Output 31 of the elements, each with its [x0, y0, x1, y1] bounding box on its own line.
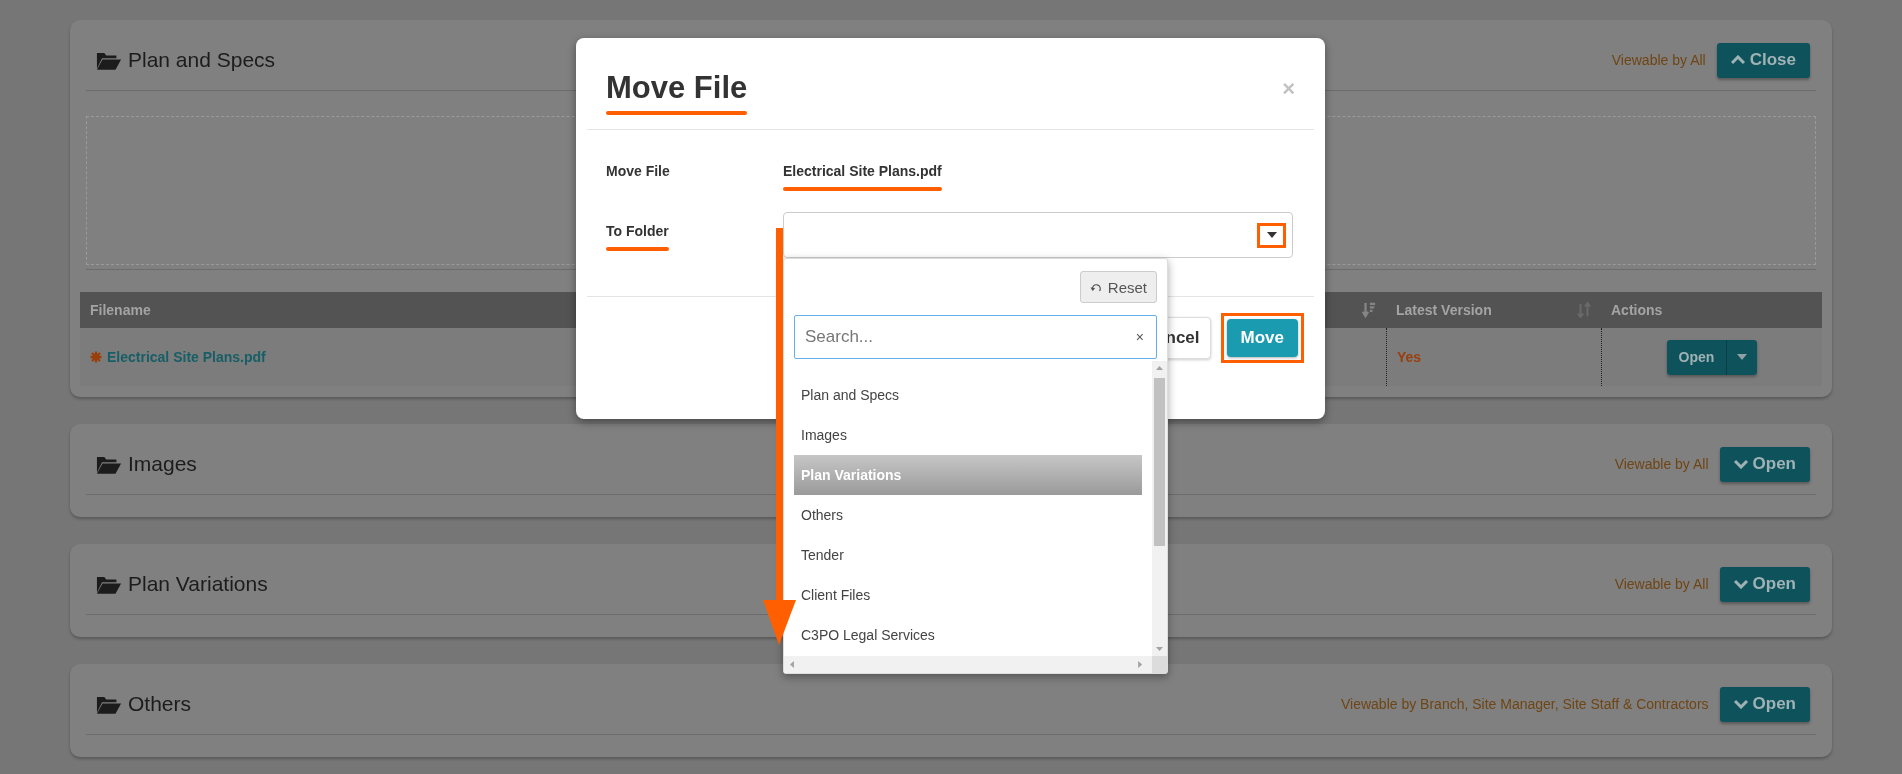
move-button[interactable]: Move: [1226, 319, 1298, 357]
folder-option[interactable]: Plan and Specs: [794, 375, 1142, 415]
column-header[interactable]: Actions: [1601, 292, 1822, 328]
folder-option[interactable]: Plan Variations: [794, 455, 1142, 495]
visibility-text: Viewable by All: [1614, 576, 1709, 592]
folder-option[interactable]: Client Files: [794, 575, 1142, 615]
dialog-title: Move File: [606, 69, 748, 107]
latest-version-cell: Yes: [1397, 349, 1422, 365]
folder-option[interactable]: Tender: [794, 535, 1142, 575]
clear-search-button[interactable]: ×: [1135, 329, 1144, 345]
folder-option[interactable]: Images: [794, 415, 1142, 455]
toggle-button[interactable]: Open: [1719, 446, 1810, 482]
toggle-button[interactable]: Open: [1719, 686, 1810, 722]
folder-option[interactable]: C3PO Legal Services: [794, 615, 1142, 655]
visibility-text: Viewable by All: [1614, 456, 1709, 472]
toggle-button[interactable]: Open: [1719, 566, 1810, 602]
folder-option[interactable]: Others: [794, 495, 1142, 535]
file-name-value: Electrical Site Plans.pdf: [783, 162, 942, 181]
folder-title: Plan and Specs: [128, 48, 276, 72]
folder-title: Plan Variations: [128, 572, 268, 596]
field-label: To Folder: [606, 222, 669, 241]
visibility-text: Viewable by All: [1611, 52, 1706, 68]
field-label: Move File: [606, 162, 670, 181]
toggle-button[interactable]: Close: [1716, 42, 1810, 78]
folder-title: Images: [128, 452, 197, 476]
folder-title: Others: [128, 692, 192, 716]
open-button[interactable]: Open: [1666, 339, 1728, 375]
reset-button[interactable]: Reset: [1079, 271, 1157, 303]
column-header[interactable]: Latest Version: [1386, 292, 1601, 328]
search-field[interactable]: Search... ×: [794, 315, 1157, 359]
visibility-text: Viewable by Branch, Site Manager, Site Staff & Contractors: [1340, 696, 1709, 712]
